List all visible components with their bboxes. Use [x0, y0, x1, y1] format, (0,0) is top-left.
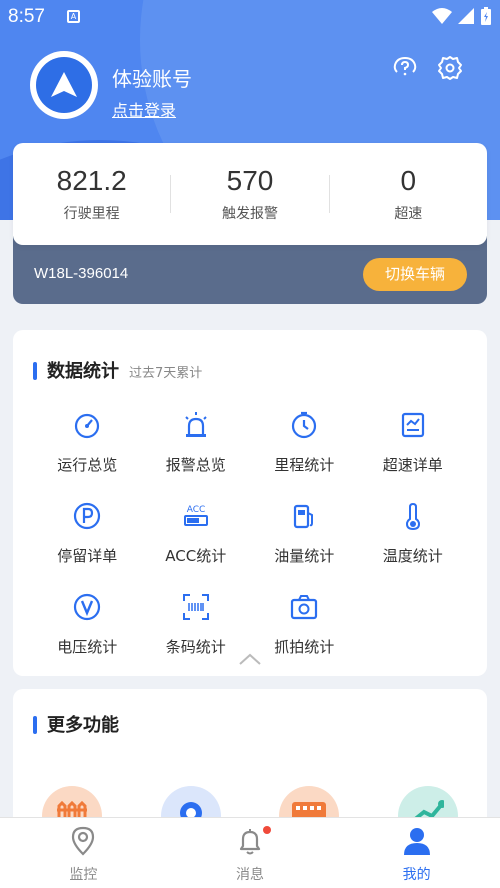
grid-item-label: 报警总览 — [165, 456, 226, 474]
stat-label: 触发报警 — [221, 206, 278, 222]
navigation-arrow-icon — [51, 72, 77, 97]
bell-icon — [239, 829, 261, 855]
account-name: 体验账号 — [112, 67, 192, 91]
gauge-icon — [75, 413, 100, 439]
section-header: 更多功能 — [33, 711, 119, 737]
stats-card: 821.2 行驶里程 570 触发报警 0 超速 — [13, 143, 487, 245]
tab-label: 我的 — [402, 867, 431, 883]
stat-label: 超速 — [394, 206, 423, 222]
grid-item-voltage-stats[interactable]: 电压统计 — [33, 592, 142, 657]
parking-icon — [74, 502, 101, 530]
chart-document-icon — [401, 412, 424, 438]
acc-icon: ACC — [183, 505, 208, 526]
grid-item-label: 抓拍统计 — [274, 638, 335, 656]
battery-icon — [481, 7, 491, 25]
grid-item-label: 里程统计 — [274, 456, 335, 474]
stat-value: 821.2 — [56, 165, 127, 196]
avatar[interactable] — [30, 51, 98, 119]
person-icon — [403, 828, 430, 855]
tab-label: 消息 — [236, 867, 264, 883]
stat-alarms[interactable]: 570 触发报警 — [171, 165, 328, 223]
stat-label: 行驶里程 — [63, 206, 120, 222]
svg-text:ACC: ACC — [186, 505, 205, 515]
barcode-scan-icon — [182, 594, 209, 620]
tab-label: 监控 — [69, 867, 98, 883]
notification-dot — [262, 826, 271, 834]
chevron-up-icon[interactable] — [238, 652, 262, 666]
switch-vehicle-button[interactable]: 切换车辆 — [363, 258, 467, 291]
help-icon[interactable] — [392, 55, 418, 81]
grid-item-acc-stats[interactable]: ACC ACC统计 — [142, 501, 251, 566]
grid-item-label: 条码统计 — [165, 638, 226, 656]
vehicle-bar: W18L-396014 切换车辆 — [13, 236, 487, 304]
tab-monitor[interactable]: 监控 — [0, 818, 167, 888]
grid-item-label: 停留详单 — [57, 547, 118, 565]
grid-item-running-overview[interactable]: 运行总览 — [33, 410, 142, 475]
camera-icon — [291, 595, 318, 620]
tab-mine[interactable]: 我的 — [333, 818, 500, 888]
stat-mileage[interactable]: 821.2 行驶里程 — [13, 165, 170, 223]
grid-item-alarm-overview[interactable]: 报警总览 — [142, 410, 251, 475]
grid-item-snapshot-stats[interactable]: 抓拍统计 — [250, 592, 359, 657]
status-time: 8:57 — [8, 6, 45, 27]
thermometer-icon — [405, 502, 420, 531]
stat-value: 570 — [226, 165, 274, 196]
grid-item-label: ACC统计 — [165, 547, 227, 565]
login-link[interactable]: 点击登录 — [112, 97, 176, 121]
grid-item-label: 超速详单 — [382, 456, 443, 474]
grid-item-fuel-stats[interactable]: 油量统计 — [250, 501, 359, 566]
grid-item-overspeed-details[interactable]: 超速详单 — [359, 410, 468, 475]
grid-item-temperature-stats[interactable]: 温度统计 — [359, 501, 468, 566]
bottom-tab-bar: 监控 消息 我的 — [0, 817, 500, 888]
section-header: 数据统计 过去7天累计 — [33, 357, 202, 383]
tab-messages[interactable]: 消息 — [167, 818, 334, 888]
voltage-icon — [74, 593, 101, 621]
grid-item-mileage-stats[interactable]: 里程统计 — [250, 410, 359, 475]
section-subtitle: 过去7天累计 — [129, 366, 203, 381]
vehicle-plate: W18L-396014 — [34, 265, 129, 282]
section-title: 数据统计 — [47, 361, 119, 382]
wifi-icon — [432, 8, 452, 24]
grid-item-label: 电压统计 — [57, 638, 118, 656]
grid-item-label: 油量统计 — [274, 547, 335, 565]
stat-overspeed[interactable]: 0 超速 — [330, 165, 487, 223]
section-title: 更多功能 — [47, 715, 119, 736]
grid-item-label: 运行总览 — [57, 456, 118, 474]
settings-gear-icon[interactable] — [437, 55, 463, 81]
grid-item-parking-details[interactable]: 停留详单 — [33, 501, 142, 566]
app-notification-icon: A — [67, 10, 80, 23]
fuel-pump-icon — [294, 504, 314, 529]
alarm-light-icon — [185, 412, 207, 437]
location-pin-icon — [72, 826, 95, 856]
data-statistics-card: 数据统计 过去7天累计 运行总览 报警总览 里程统计 超速详单 停留详单 ACC… — [13, 330, 487, 676]
statistics-grid: 运行总览 报警总览 里程统计 超速详单 停留详单 ACC ACC统计 油量统计 — [33, 410, 467, 657]
stat-value: 0 — [400, 165, 417, 196]
grid-item-label: 温度统计 — [382, 547, 443, 565]
clock-timer-icon — [292, 411, 317, 439]
grid-item-barcode-stats[interactable]: 条码统计 — [142, 592, 251, 657]
status-bar: 8:57 A — [0, 0, 500, 34]
signal-icon — [458, 8, 474, 24]
